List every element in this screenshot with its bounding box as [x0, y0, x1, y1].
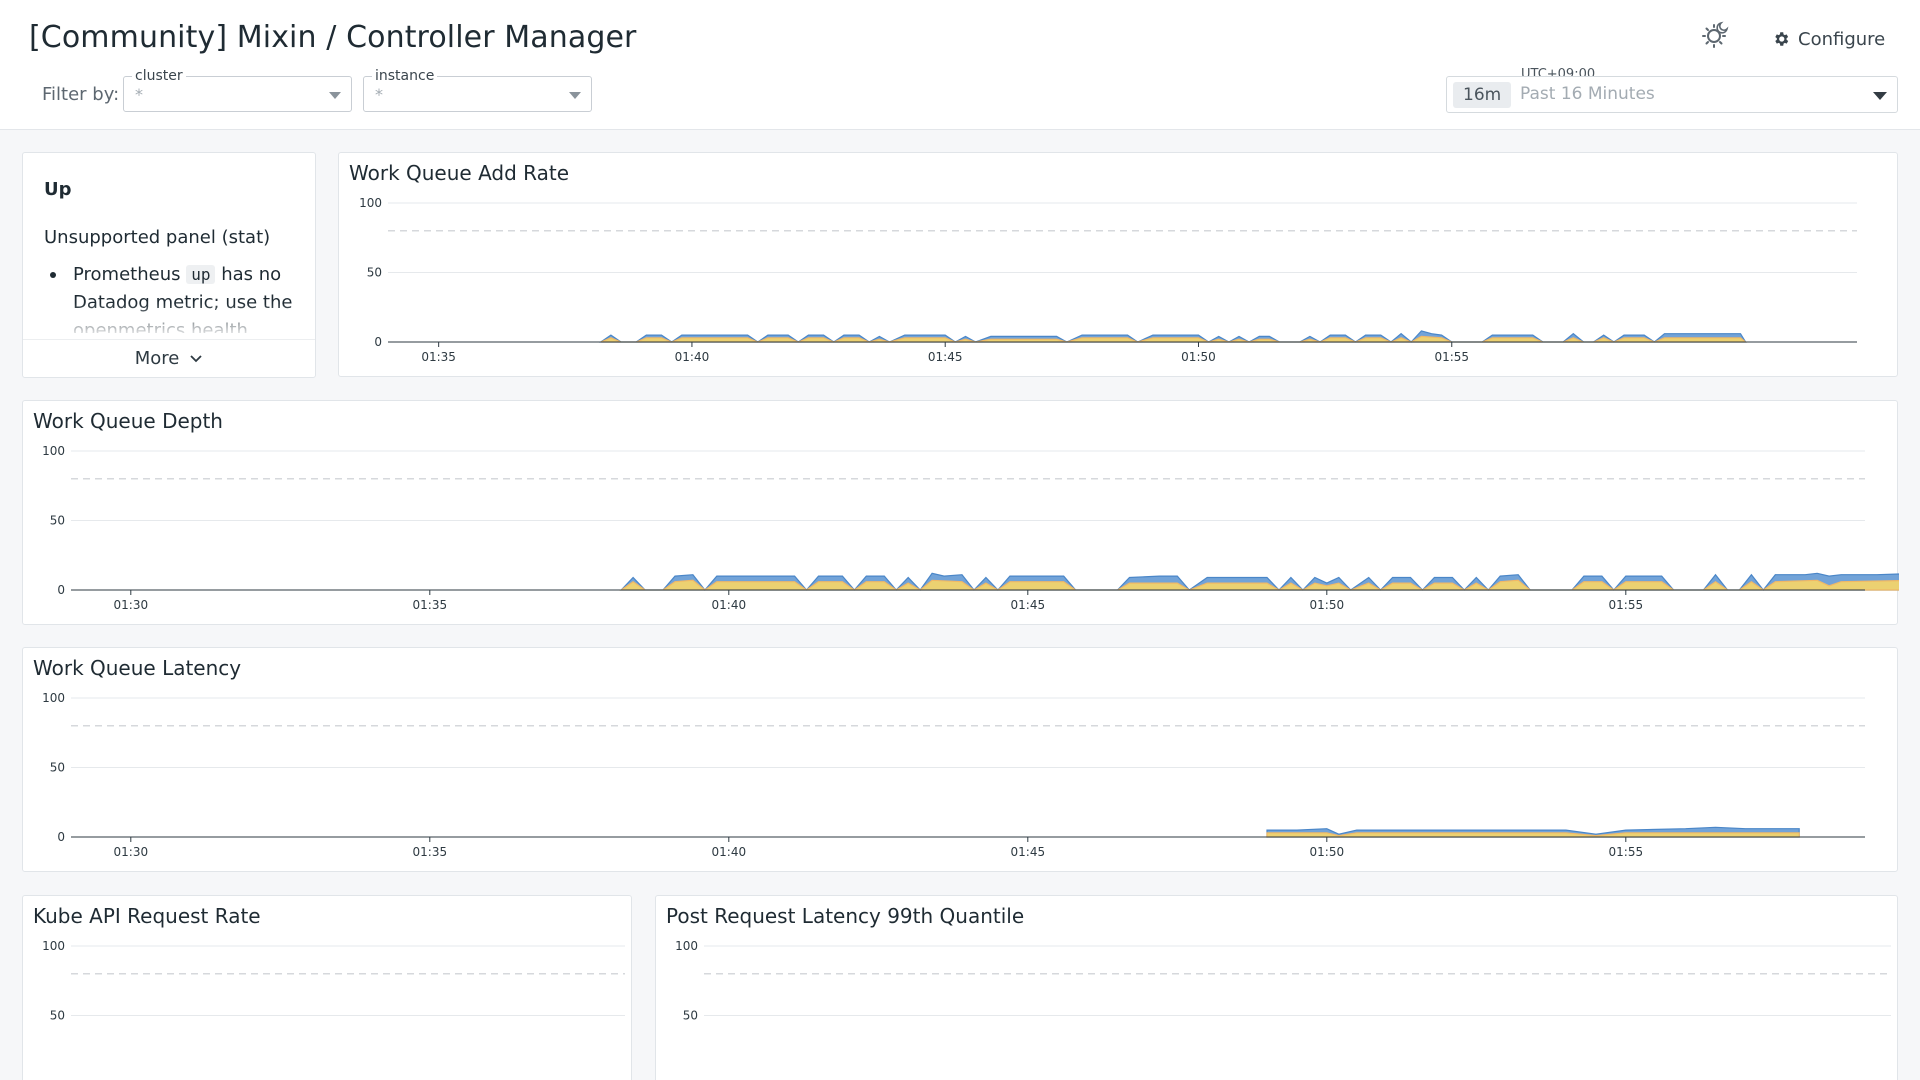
y-tick-label: 100: [675, 939, 698, 953]
x-tick-label: 01:40: [712, 845, 747, 859]
x-tick-label: 01:35: [413, 845, 448, 859]
chevron-down-icon: [329, 92, 341, 99]
caret-down-icon: [1873, 92, 1887, 100]
y-tick-label: 50: [683, 1009, 698, 1023]
x-tick-label: 01:35: [421, 350, 456, 364]
note-panel-up: Up Unsupported panel (stat) Prometheus u…: [22, 152, 316, 378]
configure-label: Configure: [1798, 28, 1886, 50]
chevron-down-icon: [190, 354, 202, 362]
instance-filter-value: *: [375, 85, 383, 104]
x-tick-label: 01:45: [928, 350, 963, 364]
x-tick-label: 01:50: [1310, 845, 1345, 859]
y-tick-label: 0: [57, 830, 65, 844]
instance-filter-label: instance: [372, 67, 438, 85]
filter-label: Filter by:: [42, 84, 120, 105]
x-tick-label: 01:45: [1011, 845, 1046, 859]
x-tick-label: 01:30: [114, 598, 149, 612]
theme-toggle-button[interactable]: [1700, 20, 1730, 50]
y-tick-label: 0: [374, 335, 382, 349]
y-tick-label: 100: [42, 444, 65, 458]
chart-panel-work-queue-add-rate[interactable]: Work Queue Add Rate 05010001:3001:3501:4…: [338, 152, 1898, 377]
note-panel-title: Up: [44, 179, 72, 200]
time-range-badge: 16m: [1453, 82, 1512, 108]
chart-panel-kube-api-request-rate[interactable]: Kube API Request Rate 50 100: [22, 895, 632, 1080]
x-tick-label: 01:55: [1609, 598, 1644, 612]
dashboard-header: [Community] Mixin / Controller Manager F…: [0, 0, 1920, 130]
note-fade-overlay: [24, 303, 314, 339]
x-tick-label: 01:35: [413, 598, 448, 612]
y-tick-label: 50: [367, 266, 382, 280]
chart-panel-work-queue-latency[interactable]: Work Queue Latency 0 50 100 01:30 01:35 01:40…: [22, 647, 1898, 872]
y-tick-label: 50: [50, 761, 65, 775]
y-tick-label: 100: [359, 196, 382, 210]
y-tick-label: 100: [42, 691, 65, 705]
x-tick-label: 01:40: [675, 350, 710, 364]
y-tick-label: 50: [50, 1009, 65, 1023]
chart-svg: 05010001:3001:3501:4001:4501:5001:55: [359, 196, 1857, 364]
time-range-text: Past 16 Minutes: [1520, 84, 1655, 104]
y-tick-label: 50: [50, 514, 65, 528]
cluster-filter[interactable]: cluster *: [123, 67, 352, 112]
y-tick-label: 0: [57, 583, 65, 597]
note-panel-subtitle: Unsupported panel (stat): [44, 227, 271, 248]
x-tick-label: 01:50: [1310, 598, 1345, 612]
configure-button[interactable]: Configure: [1772, 24, 1885, 54]
x-tick-label: 01:50: [1181, 350, 1216, 364]
more-button[interactable]: More: [23, 339, 315, 377]
chevron-down-icon: [569, 92, 581, 99]
chart-panel-post-request-latency[interactable]: Post Request Latency 99th Quantile 50 100: [655, 895, 1898, 1080]
cluster-filter-label: cluster: [132, 67, 186, 85]
y-tick-label: 100: [42, 939, 65, 953]
chart-svg: 50 100: [675, 939, 1891, 1023]
x-tick-label: 01:45: [1011, 598, 1046, 612]
page-title: [Community] Mixin / Controller Manager: [29, 20, 637, 55]
chart-svg: 0 50 100 01:30 01:35 01:40 01:45 01:50 01:55: [42, 444, 1899, 612]
chart-svg: 0 50 100 01:30 01:35 01:40 01:45 01:50 01:55: [42, 691, 1865, 859]
chart-svg: 50 100: [42, 939, 625, 1023]
chart-panel-work-queue-depth[interactable]: Work Queue Depth 0 50 100 01:30 01:35 01:40 01…: [22, 400, 1899, 625]
x-tick-label: 01:55: [1609, 845, 1644, 859]
bullet-icon: [50, 272, 56, 278]
theme-toggle-icon: [1702, 21, 1729, 48]
x-tick-label: 01:55: [1434, 350, 1469, 364]
x-tick-label: 01:30: [114, 845, 149, 859]
code-snippet: up: [186, 265, 216, 284]
x-tick-label: 01:40: [712, 598, 747, 612]
cluster-filter-value: *: [135, 85, 143, 104]
more-button-label: More: [134, 348, 180, 369]
instance-filter[interactable]: instance *: [363, 67, 592, 112]
gear-icon: [1775, 32, 1789, 46]
time-range-picker[interactable]: 16m Past 16 Minutes: [1446, 76, 1898, 113]
